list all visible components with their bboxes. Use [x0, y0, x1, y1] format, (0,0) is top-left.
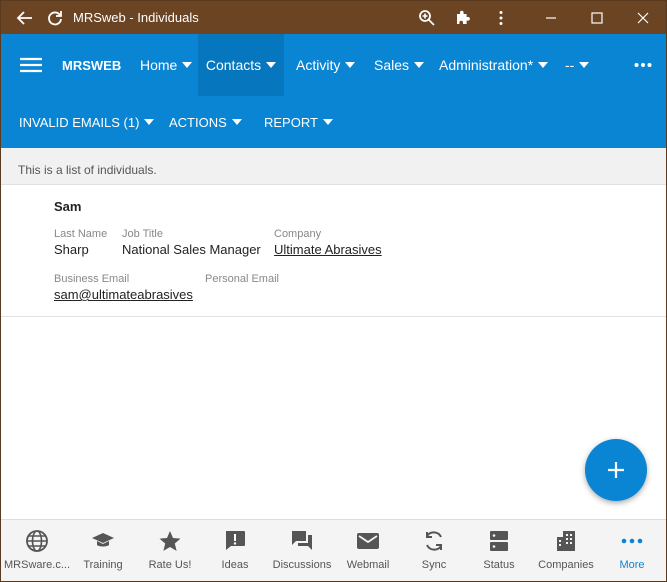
bottom-item-label: Companies — [538, 559, 594, 571]
bottom-item-sync[interactable]: Sync — [405, 520, 463, 581]
brand-logo[interactable]: MRSWEB — [62, 34, 121, 96]
bottom-item-label: Sync — [421, 559, 447, 571]
bottom-item-label: MRSware.c... — [4, 559, 71, 571]
building-icon — [557, 531, 575, 551]
idea-icon — [226, 531, 245, 550]
bottom-item-webmail[interactable]: Webmail — [339, 520, 397, 581]
bottom-item-label: Discussions — [272, 559, 332, 571]
app-window: MRSweb - Individuals MRSWEB Home Contact — [1, 1, 666, 581]
bottom-item-discussions[interactable]: Discussions — [269, 520, 335, 581]
sync-icon — [426, 531, 442, 551]
nav-administration[interactable]: Administration* — [439, 34, 549, 96]
bottom-item-rate-us[interactable]: Rate Us! — [140, 520, 200, 581]
close-icon[interactable] — [628, 1, 658, 34]
last-name-label: Last Name — [54, 228, 108, 240]
business-email-label: Business Email — [54, 273, 130, 285]
bottom-item-label: Rate Us! — [148, 559, 192, 571]
chevron-down-icon — [345, 62, 356, 68]
actions-label: ACTIONS — [169, 114, 227, 130]
extensions-icon[interactable] — [448, 1, 476, 34]
nav-contacts-label: Contacts — [205, 57, 262, 73]
chevron-down-icon — [182, 62, 193, 68]
nav-sales-label: Sales — [374, 57, 410, 73]
hamburger-icon[interactable] — [20, 34, 44, 96]
bottom-item-ideas[interactable]: Ideas — [207, 520, 263, 581]
bottom-bar: MRSware.c... Training Rate Us! Ideas Dis… — [1, 519, 666, 581]
bottom-item-label: Ideas — [221, 559, 249, 571]
zoom-icon[interactable] — [412, 1, 440, 34]
nav-activity[interactable]: Activity — [296, 34, 356, 96]
discussions-icon — [292, 531, 312, 550]
last-name-value: Sharp — [54, 242, 89, 257]
report-label: REPORT — [264, 114, 318, 130]
main-nav: MRSWEB Home Contacts Activity Sales Admi… — [1, 34, 666, 96]
bottom-item-more[interactable]: More — [604, 520, 660, 581]
nav-extra[interactable]: -- — [565, 34, 590, 96]
bottom-item-training[interactable]: Training — [73, 520, 133, 581]
maximize-icon[interactable] — [583, 1, 611, 34]
bottom-item-label: Webmail — [346, 559, 390, 571]
chevron-down-icon — [322, 119, 333, 125]
nav-activity-label: Activity — [296, 57, 341, 73]
bottom-item-companies[interactable]: Companies — [533, 520, 599, 581]
back-icon[interactable] — [9, 1, 41, 34]
star-icon — [159, 531, 181, 551]
more-icon — [621, 538, 643, 544]
nav-administration-label: Administration* — [439, 57, 534, 73]
nav-home-label: Home — [140, 57, 178, 73]
info-strip: This is a list of individuals. — [1, 148, 666, 185]
chevron-down-icon — [579, 62, 590, 68]
minimize-icon[interactable] — [537, 1, 565, 34]
menu-dots-icon[interactable] — [487, 1, 515, 34]
company-link[interactable]: Ultimate Abrasives — [274, 242, 382, 257]
plus-icon — [608, 462, 624, 478]
bottom-item-label: Training — [83, 559, 123, 571]
bottom-item-mrsware[interactable]: MRSware.c... — [4, 520, 71, 581]
actions-menu[interactable]: ACTIONS — [169, 96, 242, 148]
nav-sales[interactable]: Sales — [374, 34, 425, 96]
nav-extra-label: -- — [565, 57, 575, 73]
add-button[interactable] — [585, 439, 647, 501]
list-item[interactable]: Sam Last Name Sharp Job Title National S… — [1, 185, 666, 317]
status-icon — [490, 531, 508, 551]
title-bar: MRSweb - Individuals — [1, 1, 666, 34]
record-first-name: Sam — [54, 199, 82, 214]
company-label: Company — [274, 228, 322, 240]
more-dots-icon[interactable] — [634, 34, 652, 96]
invalid-emails-label: INVALID EMAILS (1) — [19, 114, 140, 130]
personal-email-label: Personal Email — [205, 273, 279, 285]
window-title: MRSweb - Individuals — [73, 10, 199, 25]
chevron-down-icon — [144, 119, 155, 125]
nav-home[interactable]: Home — [140, 34, 193, 96]
bottom-item-label: Status — [483, 559, 515, 571]
globe-icon — [26, 530, 48, 552]
report-menu[interactable]: REPORT — [264, 96, 333, 148]
business-email-link[interactable]: sam@ultimateabrasives — [54, 287, 193, 302]
job-title-value: National Sales Manager — [122, 242, 261, 257]
chevron-down-icon — [414, 62, 425, 68]
nav-contacts[interactable]: Contacts — [198, 34, 284, 96]
bottom-item-label: More — [619, 559, 645, 571]
mail-icon — [357, 533, 379, 549]
chevron-down-icon — [538, 62, 549, 68]
refresh-icon[interactable] — [41, 1, 69, 34]
bottom-item-status[interactable]: Status — [471, 520, 527, 581]
job-title-label: Job Title — [122, 228, 163, 240]
chevron-down-icon — [231, 119, 242, 125]
chevron-down-icon — [266, 62, 277, 68]
graduation-cap-icon — [92, 533, 114, 547]
sub-nav: INVALID EMAILS (1) ACTIONS REPORT — [1, 96, 666, 148]
invalid-emails-menu[interactable]: INVALID EMAILS (1) — [19, 96, 155, 148]
